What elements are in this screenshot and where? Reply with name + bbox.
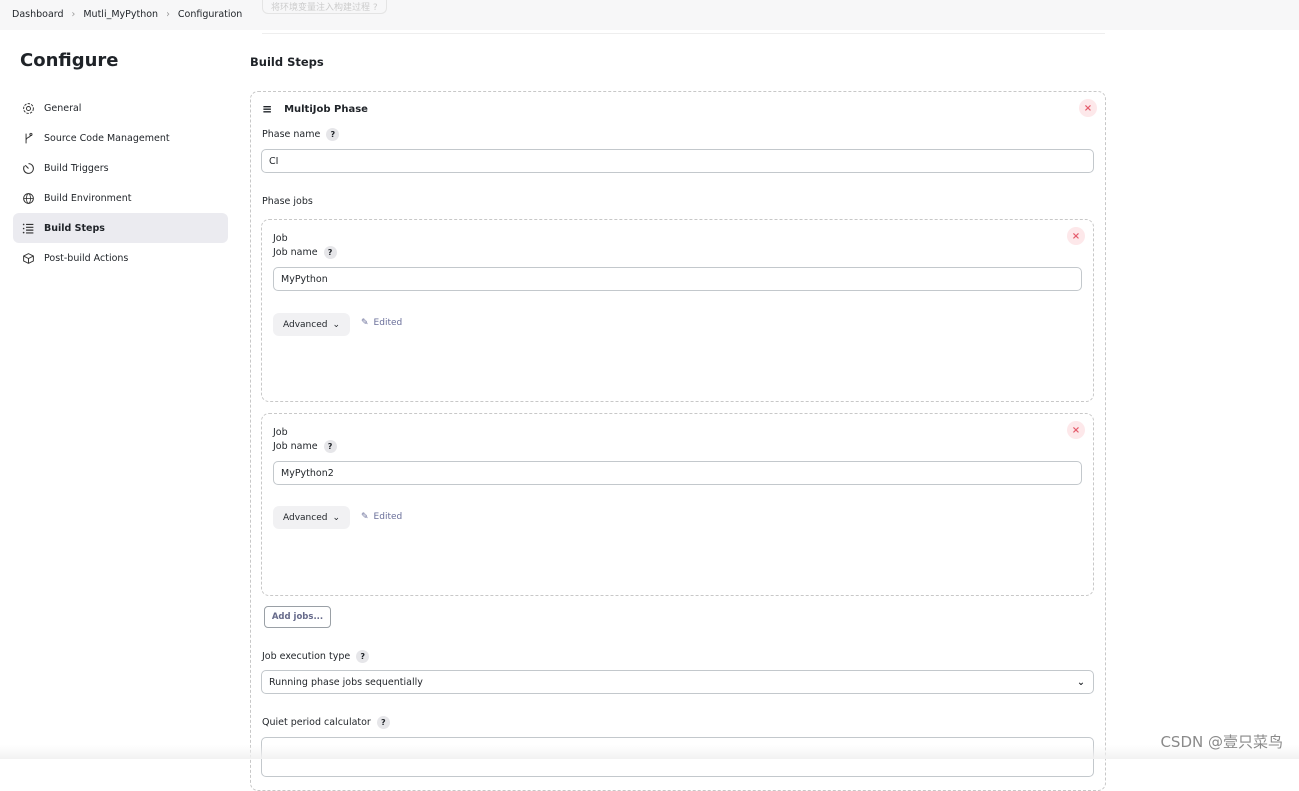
- breadcrumb-project[interactable]: Mutli_MyPython: [83, 9, 158, 20]
- phase-name-label: Phase name?: [262, 128, 340, 141]
- drag-handle-icon[interactable]: ≡: [262, 102, 272, 116]
- sidebar-item-general[interactable]: General: [13, 93, 228, 123]
- add-jobs-button[interactable]: Add jobs...: [264, 606, 331, 628]
- sidebar-item-label: Build Triggers: [44, 162, 109, 174]
- job-name-label: Job name?: [273, 440, 337, 453]
- sidebar-item-label: Source Code Management: [44, 132, 170, 144]
- breadcrumb-configuration[interactable]: Configuration: [178, 9, 242, 20]
- label-text: Phase name: [262, 129, 321, 140]
- job-heading: Job: [273, 233, 288, 244]
- quiet-period-label: Quiet period calculator?: [262, 716, 390, 729]
- sidebar-item-build-environment[interactable]: Build Environment: [13, 183, 228, 213]
- label-text: Job name: [273, 441, 318, 452]
- chevron-down-icon: ⌄: [332, 319, 341, 330]
- button-label: Advanced: [283, 512, 328, 523]
- sidebar-item-label: General: [44, 102, 82, 114]
- gear-icon: [23, 102, 34, 114]
- help-icon: ?: [372, 3, 378, 13]
- job-name-input[interactable]: MyPython2: [273, 461, 1082, 485]
- section-title: Build Steps: [250, 55, 324, 69]
- phase-jobs-label: Phase jobs: [262, 196, 313, 207]
- close-icon: ×: [1071, 424, 1081, 436]
- package-icon: [23, 252, 34, 264]
- job-name-label: Job name?: [273, 246, 337, 259]
- timer-icon: [23, 162, 34, 174]
- help-icon[interactable]: ?: [376, 716, 390, 729]
- job-card: [261, 219, 1094, 402]
- delete-phase-button[interactable]: ×: [1079, 99, 1097, 117]
- label-text: Quiet period calculator: [262, 717, 371, 728]
- delete-job-button[interactable]: ×: [1067, 227, 1085, 245]
- advanced-button[interactable]: Advanced ⌄: [273, 506, 351, 529]
- help-icon[interactable]: ?: [356, 650, 370, 663]
- edited-indicator: ✎ Edited: [361, 318, 402, 328]
- close-icon: ×: [1083, 102, 1093, 114]
- pencil-icon: ✎: [361, 512, 369, 522]
- sidebar-item-source-code-management[interactable]: Source Code Management: [13, 123, 228, 153]
- phase-title: MultiJob Phase: [284, 103, 368, 115]
- delete-job-button[interactable]: ×: [1067, 421, 1085, 439]
- button-label: Advanced: [283, 319, 328, 330]
- watermark: CSDN @壹只菜鸟: [1160, 733, 1283, 751]
- faded-option-label: 将环境变量注入构建过程 ?: [262, 0, 387, 14]
- close-icon: ×: [1071, 230, 1081, 242]
- chevron-down-icon: ⌄: [332, 512, 341, 523]
- selected-value: Running phase jobs sequentially: [269, 676, 423, 688]
- breadcrumb: Dashboard › Mutli_MyPython › Configuration: [12, 9, 242, 20]
- sidebar-item-label: Post-build Actions: [44, 252, 129, 264]
- help-icon[interactable]: ?: [323, 246, 337, 259]
- label-text: Job execution type: [262, 651, 351, 662]
- advanced-button[interactable]: Advanced ⌄: [273, 313, 351, 336]
- edited-text: Edited: [373, 318, 403, 328]
- phase-header: ≡ MultiJob Phase: [262, 102, 368, 116]
- divider: [262, 33, 1105, 34]
- sidebar-item-post-build-actions[interactable]: Post-build Actions: [13, 243, 228, 273]
- page-title: Configure: [20, 50, 119, 71]
- breadcrumb-dashboard[interactable]: Dashboard: [12, 9, 64, 20]
- bottom-fade: [0, 745, 1299, 759]
- sidebar-item-label: Build Steps: [44, 222, 105, 234]
- globe-icon: [23, 192, 34, 204]
- sidebar: General Source Code Management Build Tri…: [13, 93, 228, 273]
- chevron-right-icon: ›: [166, 9, 170, 20]
- job-execution-type-label: Job execution type?: [262, 650, 370, 663]
- job-card: [261, 413, 1094, 596]
- list-icon: [22, 223, 34, 234]
- chevron-right-icon: ›: [71, 9, 76, 20]
- pencil-icon: ✎: [361, 318, 369, 328]
- job-execution-type-select[interactable]: Running phase jobs sequentially ⌄: [261, 670, 1094, 694]
- help-icon[interactable]: ?: [326, 128, 340, 141]
- sidebar-item-build-triggers[interactable]: Build Triggers: [13, 153, 228, 183]
- branch-icon: [25, 132, 33, 143]
- sidebar-item-build-steps[interactable]: Build Steps: [13, 213, 228, 243]
- edited-text: Edited: [373, 512, 403, 522]
- job-name-input[interactable]: MyPython: [273, 267, 1082, 291]
- chevron-down-icon: ⌄: [1077, 676, 1085, 688]
- phase-name-input[interactable]: CI: [261, 149, 1094, 173]
- faded-text: 将环境变量注入构建过程: [271, 3, 371, 13]
- help-icon[interactable]: ?: [323, 440, 337, 453]
- label-text: Job name: [273, 247, 318, 258]
- edited-indicator: ✎ Edited: [361, 512, 402, 522]
- job-heading: Job: [273, 427, 288, 438]
- sidebar-item-label: Build Environment: [44, 192, 132, 204]
